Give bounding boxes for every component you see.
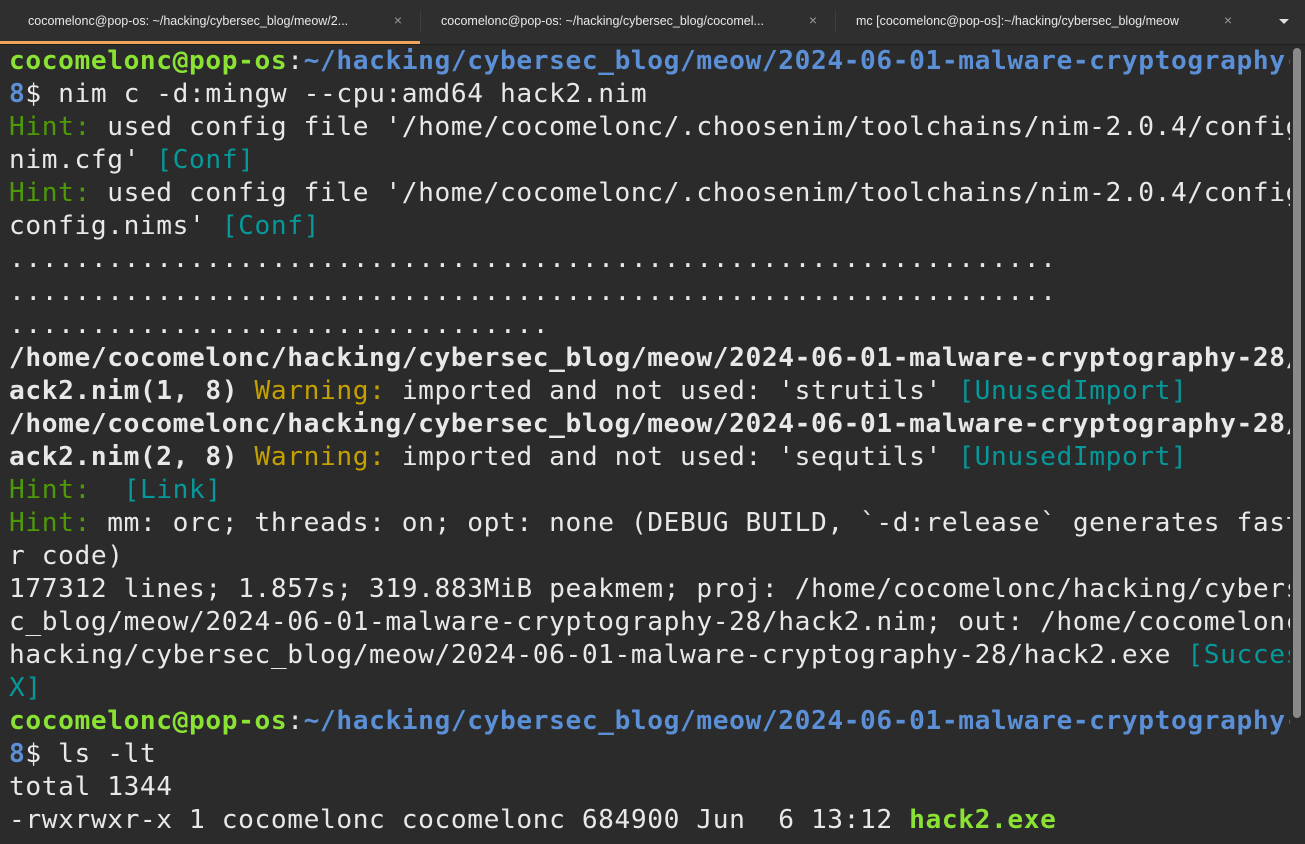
stats-line: 177312 lines; 1.857s; 319.883MiB peakmem…: [9, 574, 1290, 604]
prompt-path: 8: [9, 79, 26, 109]
warning-label: Warning:: [254, 442, 386, 472]
warning-location: ack2.nim(2, 8): [9, 442, 239, 472]
hint-text: nim.cfg': [9, 145, 157, 175]
tab-title: cocomelonc@pop-os: ~/hacking/cybersec_bl…: [441, 14, 764, 28]
prompt-separator: :: [287, 706, 304, 736]
tab-terminal-3[interactable]: mc [cocomelonc@pop-os]:~/hacking/cyberse…: [836, 0, 1250, 42]
prompt-path: 8: [9, 739, 26, 769]
hint-label: Hint:: [9, 112, 91, 142]
warning-path: /home/cocomelonc/hacking/cybersec_blog/m…: [9, 343, 1290, 373]
chevron-down-icon[interactable]: [1277, 14, 1291, 28]
terminal-line: nim.cfg' [Conf]: [9, 144, 255, 177]
warning-text: imported and not used: 'strutils': [385, 376, 959, 406]
conf-tag: [Conf]: [221, 211, 320, 241]
progress-dots: ........................................…: [9, 244, 1057, 274]
terminal-line: ack2.nim(1, 8) Warning: imported and not…: [9, 375, 1187, 408]
terminal-line: ack2.nim(2, 8) Warning: imported and not…: [9, 441, 1187, 474]
prompt-user: cocomelonc@pop-os: [9, 706, 288, 736]
scrollbar-thumb[interactable]: [1293, 48, 1301, 718]
prompt-separator: :: [287, 46, 304, 76]
terminal-line: Hint: used config file '/home/cocomelonc…: [9, 111, 1290, 144]
hint-label: Hint:: [9, 475, 91, 505]
link-tag: [Link]: [123, 475, 222, 505]
hint-text: r code): [9, 541, 124, 571]
command-text: $ nim c -d:mingw --cpu:amd64 hack2.nim: [25, 79, 648, 109]
success-tag: [Success: [1187, 640, 1290, 670]
tab-bar: cocomelonc@pop-os: ~/hacking/cybersec_bl…: [0, 0, 1305, 45]
warning-text: imported and not used: 'sequtils': [385, 442, 959, 472]
terminal-line: 8$ nim c -d:mingw --cpu:amd64 hack2.nim: [9, 78, 647, 111]
terminal-line: Hint: used config file '/home/cocomelonc…: [9, 177, 1290, 210]
terminal-line: 8$ ls -lt: [9, 738, 156, 771]
terminal-line: config.nims' [Conf]: [9, 210, 320, 243]
warning-location: ack2.nim(1, 8): [9, 376, 239, 406]
prompt-path: ~/hacking/cybersec_blog/meow/2024-06-01-…: [303, 46, 1290, 76]
warning-path: /home/cocomelonc/hacking/cybersec_blog/m…: [9, 409, 1290, 439]
stats-line: hacking/cybersec_blog/meow/2024-06-01-ma…: [9, 640, 1188, 670]
hint-text: mm: orc; threads: on; opt: none (DEBUG B…: [90, 508, 1290, 538]
ls-row-details: -rwxrwxr-x 1 cocomelonc cocomelonc 68490…: [9, 805, 910, 835]
hint-label: Hint:: [9, 178, 91, 208]
unused-import-tag: [UnusedImport]: [958, 442, 1188, 472]
terminal-line: Hint: [Link]: [9, 474, 222, 507]
prompt-user: cocomelonc@pop-os: [9, 46, 288, 76]
tab-title: cocomelonc@pop-os: ~/hacking/cybersec_bl…: [28, 13, 349, 28]
ls-file-name: hack2.exe: [909, 805, 1057, 835]
progress-dots: .................................: [9, 310, 550, 340]
hint-text: used config file '/home/cocomelonc/.choo…: [90, 178, 1290, 208]
terminal-line: hacking/cybersec_blog/meow/2024-06-01-ma…: [9, 639, 1290, 672]
close-icon[interactable]: ×: [390, 12, 406, 28]
close-icon[interactable]: ×: [805, 12, 821, 28]
tab-terminal-1[interactable]: cocomelonc@pop-os: ~/hacking/cybersec_bl…: [0, 0, 420, 44]
terminal-output[interactable]: cocomelonc@pop-os:~/hacking/cybersec_blo…: [0, 45, 1290, 844]
stats-line: c_blog/meow/2024-06-01-malware-cryptogra…: [9, 607, 1290, 637]
conf-tag: [Conf]: [156, 145, 255, 175]
unused-import-tag: [UnusedImport]: [958, 376, 1188, 406]
hint-text: used config file '/home/cocomelonc/.choo…: [90, 112, 1290, 142]
close-icon[interactable]: ×: [1220, 12, 1236, 28]
ls-row: -rwxrwxr-x 1 cocomelonc cocomelonc 68490…: [9, 804, 1056, 837]
ls-total: total 1344: [9, 772, 173, 802]
command-text: $ ls -lt: [25, 739, 157, 769]
hint-label: Hint:: [9, 508, 91, 538]
prompt-path: ~/hacking/cybersec_blog/meow/2024-06-01-…: [303, 706, 1290, 736]
tab-title: mc [cocomelonc@pop-os]:~/hacking/cyberse…: [856, 14, 1179, 28]
tab-terminal-2[interactable]: cocomelonc@pop-os: ~/hacking/cybersec_bl…: [421, 0, 835, 42]
terminal-line: cocomelonc@pop-os:~/hacking/cybersec_blo…: [9, 45, 1290, 78]
success-tag: X]: [9, 673, 42, 703]
terminal-line: Hint: mm: orc; threads: on; opt: none (D…: [9, 507, 1290, 540]
progress-dots: ........................................…: [9, 277, 1057, 307]
hint-text: config.nims': [9, 211, 222, 241]
warning-label: Warning:: [254, 376, 386, 406]
terminal-line: cocomelonc@pop-os:~/hacking/cybersec_blo…: [9, 705, 1290, 738]
